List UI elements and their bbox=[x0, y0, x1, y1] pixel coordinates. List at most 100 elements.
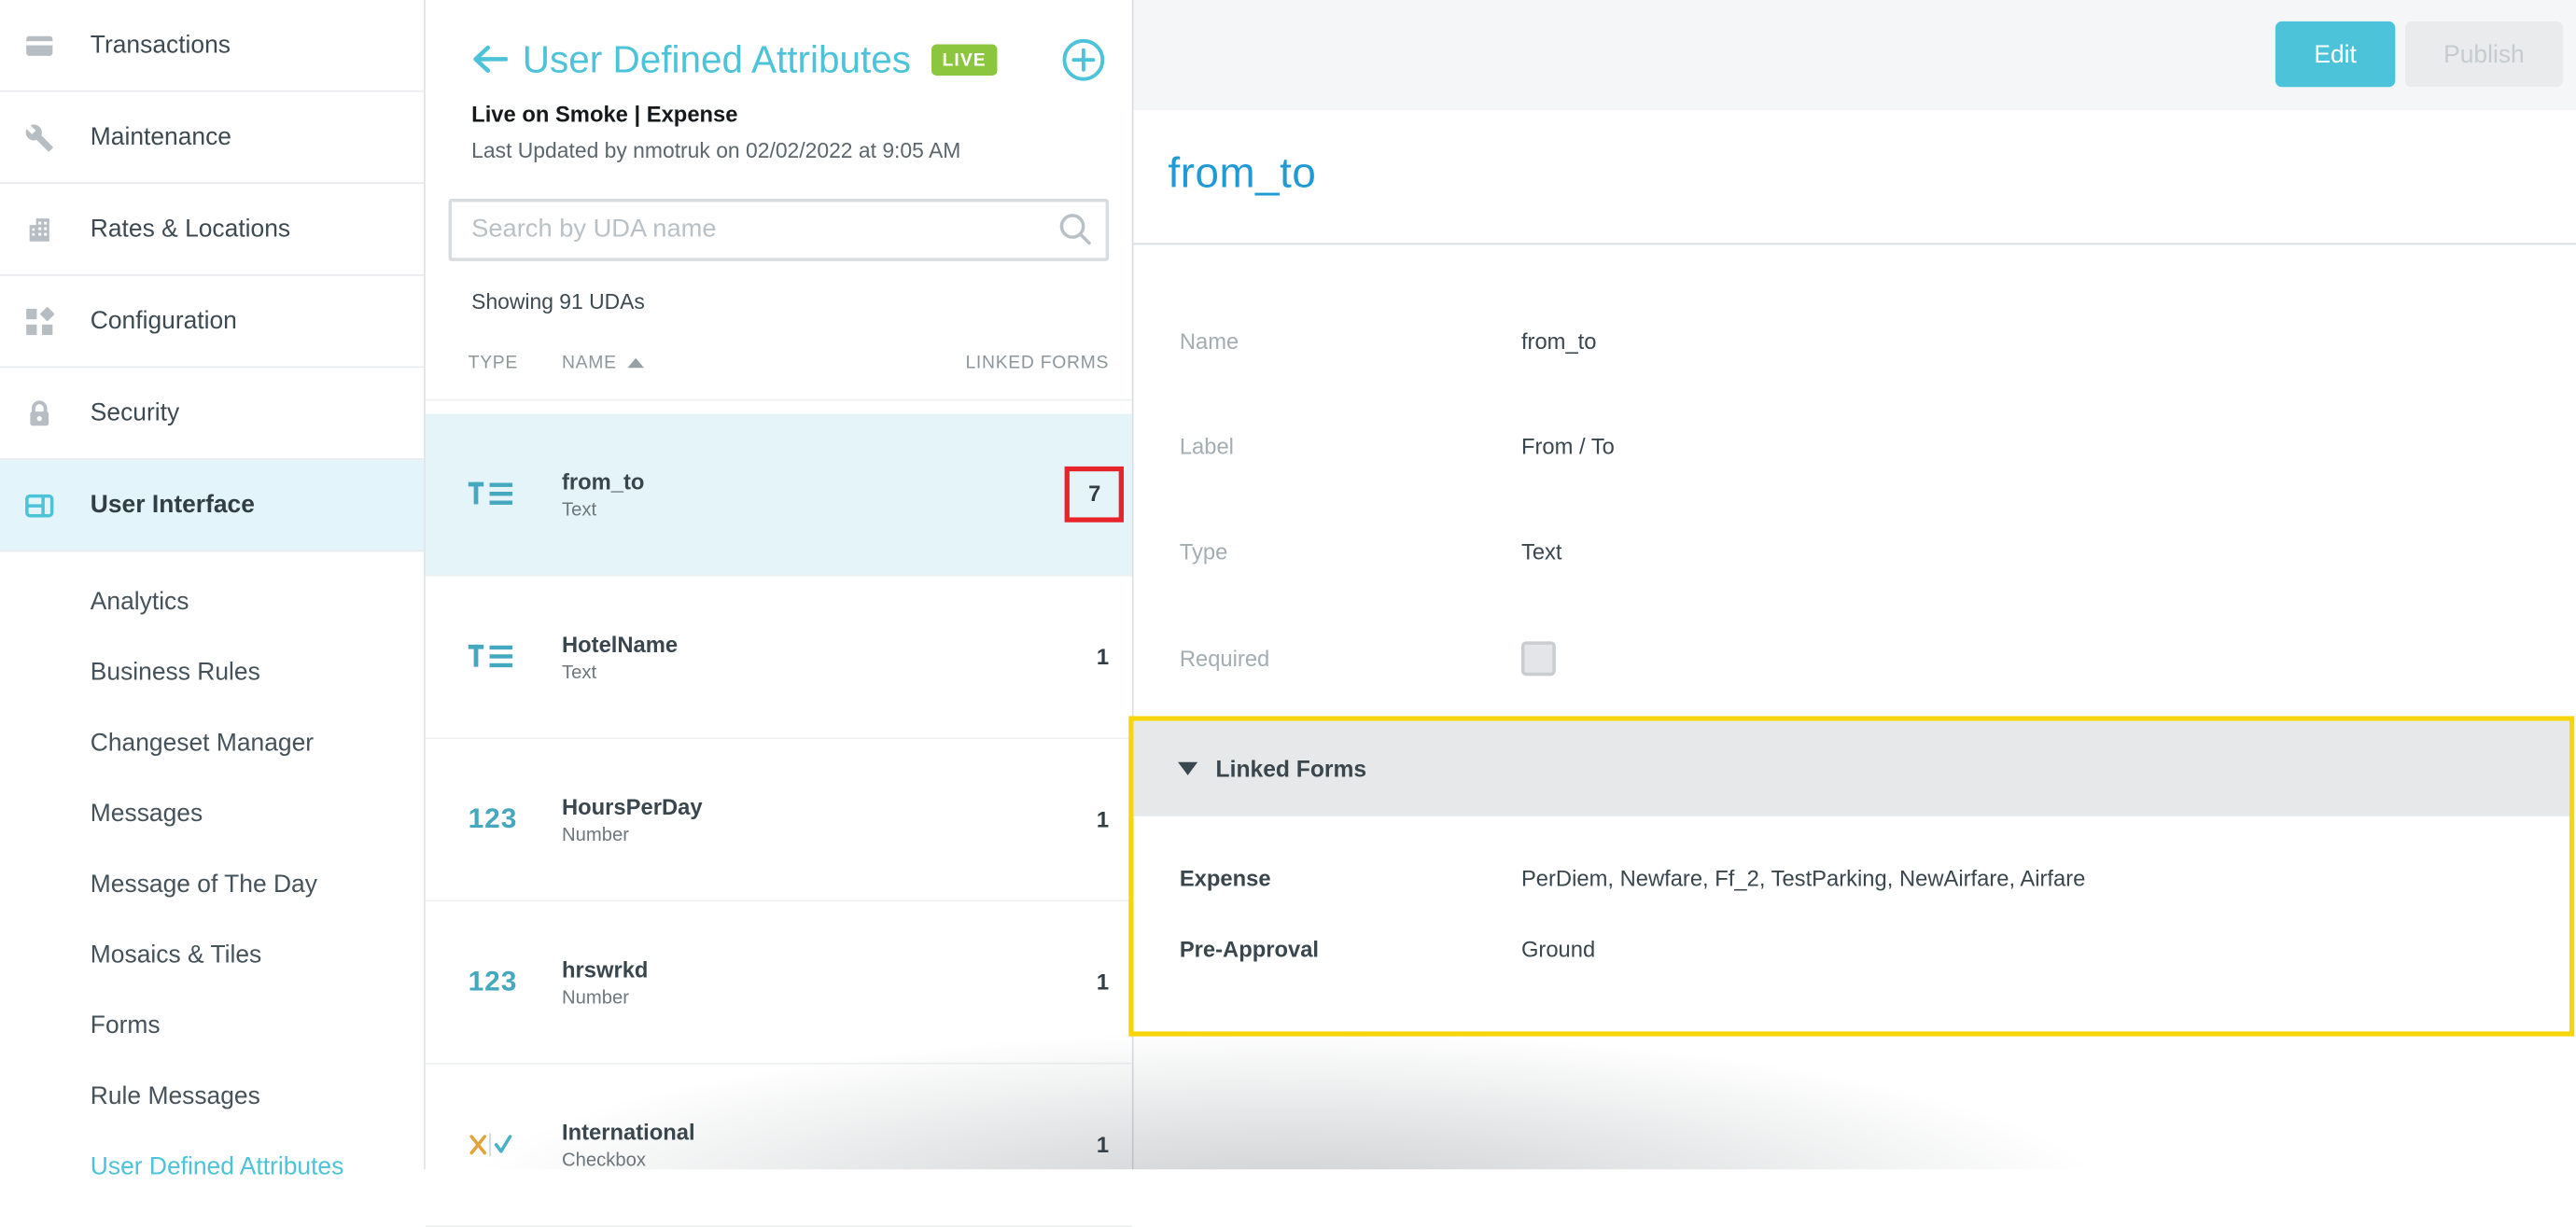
result-count: Showing 91 UDAs bbox=[471, 289, 1105, 314]
sidebar-subitem-label: Forms bbox=[91, 1011, 161, 1039]
sidebar-item-label: Rates & Locations bbox=[91, 216, 290, 244]
sidebar-subitem-label: Message of The Day bbox=[91, 871, 317, 899]
linked-form-type: Expense bbox=[1180, 866, 1271, 890]
linked-form-names: PerDiem, Newfare, Ff_2, TestParking, New… bbox=[1521, 866, 2085, 890]
sidebar-subitem-label: Rule Messages bbox=[91, 1082, 260, 1110]
sidebar-item-label: Maintenance bbox=[91, 123, 231, 151]
detail-field-row: Name from_to bbox=[1134, 289, 2576, 395]
sidebar-subitem[interactable]: User Defined Attributes bbox=[0, 1132, 424, 1203]
linked-forms-count: 7 bbox=[1065, 467, 1124, 523]
uda-name: HoursPerDay bbox=[562, 794, 703, 818]
divider bbox=[1134, 244, 2576, 245]
uda-type: Checkbox bbox=[562, 1150, 695, 1170]
linked-forms-count: 1 bbox=[1097, 645, 1109, 669]
linked-forms-row: Pre-Approval Ground bbox=[1134, 913, 2569, 984]
sidebar-item[interactable]: User Interface bbox=[0, 460, 424, 552]
search-icon bbox=[1058, 212, 1093, 246]
sidebar-item[interactable]: Rates & Locations bbox=[0, 184, 424, 276]
sidebar-subitem-label: Analytics bbox=[91, 588, 189, 616]
window-icon bbox=[23, 490, 54, 521]
detail-title: from_to bbox=[1169, 147, 1317, 199]
sidebar-item-label: User Interface bbox=[91, 491, 255, 519]
table-row[interactable]: International Checkbox 1 bbox=[426, 1065, 1132, 1227]
detail-field-row: Label From / To bbox=[1134, 394, 2576, 499]
sidebar-subitem[interactable]: Message of The Day bbox=[0, 849, 424, 920]
uda-type: Text bbox=[562, 500, 644, 520]
table-header: TYPE NAME LINKED FORMS bbox=[426, 348, 1132, 400]
linked-forms-row: Expense PerDiem, Newfare, Ff_2, TestPark… bbox=[1134, 843, 2569, 913]
sidebar-item-label: Security bbox=[91, 399, 179, 427]
search-input[interactable] bbox=[449, 199, 1110, 261]
uda-type: Number bbox=[562, 826, 703, 845]
text-type-icon bbox=[469, 644, 540, 670]
required-field-row: Required bbox=[1134, 607, 2576, 712]
number-type-icon: 123 bbox=[469, 966, 540, 998]
last-updated-text: Last Updated by nmotruk on 02/02/2022 at… bbox=[471, 138, 1105, 162]
column-name-sort[interactable]: NAME bbox=[562, 353, 645, 372]
sidebar-item[interactable]: Configuration bbox=[0, 276, 424, 369]
uda-name: from_to bbox=[562, 469, 644, 494]
sidebar-subitem-label: Mosaics & Tiles bbox=[91, 941, 261, 969]
linked-form-type: Pre-Approval bbox=[1180, 936, 1319, 960]
sidebar-subitem[interactable]: Mosaics & Tiles bbox=[0, 920, 424, 991]
field-value: From / To bbox=[1521, 435, 1615, 459]
edit-button[interactable]: Edit bbox=[2275, 21, 2395, 87]
grid-icon bbox=[23, 305, 54, 336]
text-type-icon bbox=[469, 481, 540, 508]
live-badge: LIVE bbox=[931, 44, 998, 75]
sidebar-subitem[interactable]: Rule Messages bbox=[0, 1061, 424, 1132]
wrench-icon bbox=[23, 121, 54, 152]
page-title: User Defined Attributes bbox=[523, 37, 911, 82]
field-value: Text bbox=[1521, 539, 1562, 564]
sidebar-subitem[interactable]: Messages bbox=[0, 778, 424, 849]
sidebar-subitem[interactable]: Forms bbox=[0, 990, 424, 1061]
table-row[interactable]: from_to Text 7 bbox=[426, 414, 1132, 577]
collapse-caret-icon bbox=[1178, 762, 1197, 775]
uda-name: hrswrkd bbox=[562, 956, 648, 981]
sidebar-item[interactable]: Maintenance bbox=[0, 92, 424, 185]
field-label: Label bbox=[1180, 435, 1234, 459]
uda-type: Text bbox=[562, 662, 678, 682]
linked-forms-count: 1 bbox=[1097, 1133, 1109, 1157]
detail-toolbar: Edit Publish bbox=[1134, 0, 2576, 110]
uda-name: International bbox=[562, 1120, 695, 1144]
sort-asc-icon bbox=[628, 358, 645, 369]
environment-status: Live on Smoke | Expense bbox=[471, 102, 1105, 126]
detail-field-row: Type Text bbox=[1134, 499, 2576, 605]
column-linked-forms: LINKED FORMS bbox=[965, 353, 1109, 372]
field-label: Required bbox=[1180, 647, 1269, 671]
linked-form-names: Ground bbox=[1521, 936, 1595, 960]
table-row[interactable]: 123 HoursPerDay Number 1 bbox=[426, 739, 1132, 901]
sidebar-item[interactable]: Transactions bbox=[0, 0, 424, 92]
linked-forms-count: 1 bbox=[1097, 969, 1109, 994]
back-arrow-icon[interactable] bbox=[471, 45, 508, 75]
field-label: Name bbox=[1180, 329, 1239, 354]
building-icon bbox=[23, 214, 54, 244]
sidebar-subitem-label: Messages bbox=[91, 800, 203, 828]
checkbox-type-icon bbox=[469, 1132, 540, 1158]
uda-list-panel: User Defined Attributes LIVE Live on Smo… bbox=[426, 0, 1134, 1169]
field-value: from_to bbox=[1521, 329, 1597, 354]
table-row[interactable]: 123 hrswrkd Number 1 bbox=[426, 901, 1132, 1064]
publish-button[interactable]: Publish bbox=[2405, 21, 2563, 87]
uda-name: HotelName bbox=[562, 632, 678, 656]
linked-forms-header[interactable]: Linked Forms bbox=[1134, 721, 2569, 816]
table-row[interactable]: HotelName Text 1 bbox=[426, 577, 1132, 739]
sidebar-item[interactable]: Security bbox=[0, 368, 424, 460]
sidebar-subitem-label: Business Rules bbox=[91, 659, 260, 687]
field-label: Type bbox=[1180, 539, 1228, 564]
app-window: Transactions Maintenance Rates & Locatio… bbox=[0, 0, 2576, 1169]
sidebar-subitem[interactable]: Analytics bbox=[0, 566, 424, 637]
lock-icon bbox=[23, 397, 54, 428]
required-checkbox[interactable] bbox=[1521, 641, 1556, 676]
column-type: TYPE bbox=[469, 353, 518, 372]
sidebar-subitem[interactable]: Changeset Manager bbox=[0, 708, 424, 779]
sidebar-nav: Transactions Maintenance Rates & Locatio… bbox=[0, 0, 426, 1169]
sidebar-subitem[interactable]: Business Rules bbox=[0, 637, 424, 708]
add-uda-icon[interactable] bbox=[1061, 37, 1106, 82]
card-icon bbox=[23, 30, 54, 61]
number-type-icon: 123 bbox=[469, 803, 540, 836]
sidebar-subitem-label: User Defined Attributes bbox=[91, 1153, 344, 1181]
sidebar-subitem-label: Changeset Manager bbox=[91, 730, 314, 758]
linked-forms-section: Linked Forms Expense PerDiem, Newfare, F… bbox=[1128, 716, 2574, 1036]
